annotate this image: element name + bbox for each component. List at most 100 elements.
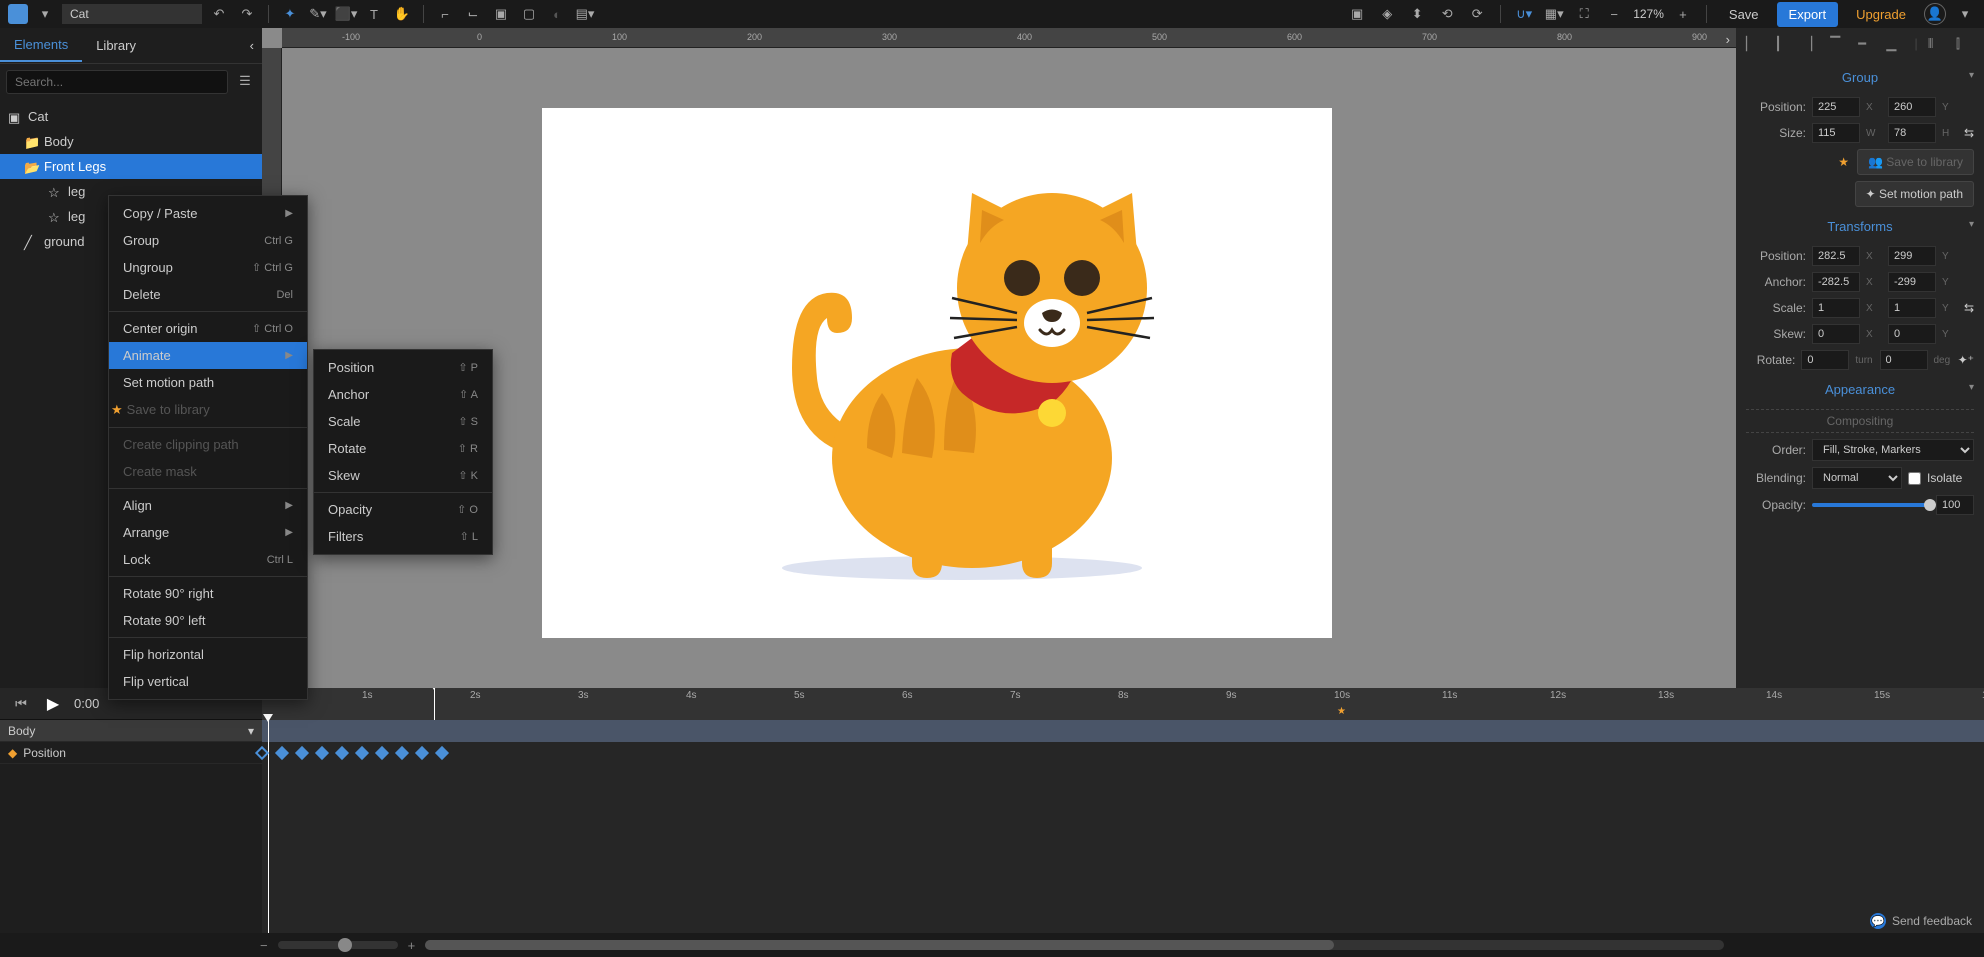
ctx-animate[interactable]: Animate▶ [109,342,307,369]
save-button[interactable]: Save [1719,3,1769,26]
skew-x-input[interactable] [1812,324,1860,344]
rotate-icon[interactable]: ⟲ [1436,3,1458,25]
keyframe[interactable] [375,746,389,760]
ctx-delete[interactable]: DeleteDel [109,281,307,308]
flip-v-icon[interactable]: ⬍ [1406,3,1428,25]
playhead[interactable] [434,688,435,720]
tree-item-body[interactable]: 📁 Body [0,129,262,154]
blending-select[interactable]: Normal [1812,467,1902,489]
opacity-input[interactable] [1936,495,1974,515]
refresh-icon[interactable]: ⟳ [1466,3,1488,25]
filter-icon[interactable]: ☰ [234,70,256,92]
ctx-rotate-right[interactable]: Rotate 90° right [109,580,307,607]
align-right-icon[interactable]: ▕ [1802,36,1820,54]
ctx-arrange[interactable]: Arrange▶ [109,519,307,546]
group-icon[interactable]: ▣ [490,3,512,25]
isolate-checkbox[interactable] [1908,472,1921,485]
tab-library[interactable]: Library [82,30,150,61]
marker-star-icon[interactable]: ★ [1337,706,1346,717]
align-left-icon[interactable]: ▏ [1746,36,1764,54]
align-bottom-icon[interactable]: ⌙ [462,3,484,25]
keyframe[interactable] [395,746,409,760]
shape-tool-icon[interactable]: ⬛▾ [335,3,357,25]
magnet-icon[interactable]: ∪▾ [1513,3,1535,25]
anchor-y-input[interactable] [1888,272,1936,292]
keyframe[interactable] [415,746,429,760]
tposition-x-input[interactable] [1812,246,1860,266]
ctx-group[interactable]: GroupCtrl G [109,227,307,254]
submenu-rotate[interactable]: Rotate⇧ R [314,435,492,462]
undo-icon[interactable]: ↶ [208,3,230,25]
keyframe[interactable] [335,746,349,760]
text-tool-icon[interactable]: T [363,3,385,25]
redo-icon[interactable]: ↷ [236,3,258,25]
anchor-x-input[interactable] [1812,272,1860,292]
ctx-save-to-library[interactable]: ★Save to library [109,396,307,424]
add-keyframe-icon[interactable]: ✦⁺ [1958,353,1974,367]
ctx-center-origin[interactable]: Center origin⇧ Ctrl O [109,315,307,342]
scroll-right-icon[interactable]: › [1726,32,1730,47]
keyframe[interactable] [355,746,369,760]
submenu-opacity[interactable]: Opacity⇧ O [314,496,492,523]
align-bottom-icon[interactable]: ▁ [1886,36,1904,54]
artboard[interactable] [542,108,1332,638]
submenu-anchor[interactable]: Anchor⇧ A [314,381,492,408]
play-icon[interactable]: ▶ [42,693,64,715]
chevron-down-icon[interactable]: ▾ [1954,3,1976,25]
flip-icon[interactable]: ◈ [1376,3,1398,25]
link-icon[interactable]: ⇆ [1964,301,1974,315]
distribute-h-icon[interactable]: ⫴ [1928,36,1946,54]
align-center-icon[interactable]: ┃ [1774,36,1792,54]
mask-icon[interactable]: ◐ [546,3,568,25]
zoom-in-icon[interactable]: + [1672,3,1694,25]
keyframe[interactable] [275,746,289,760]
ctx-ungroup[interactable]: Ungroup⇧ Ctrl G [109,254,307,281]
track-position[interactable]: ◆ Position [0,742,262,764]
zoom-out-icon[interactable]: − [260,938,268,953]
zoom-in-icon[interactable]: + [408,938,416,953]
submenu-filters[interactable]: Filters⇧ L [314,523,492,550]
ctx-align[interactable]: Align▶ [109,492,307,519]
timeline-zoom-slider[interactable] [278,941,398,949]
keyframe-area[interactable] [262,720,1984,933]
save-to-library-button[interactable]: 👥 Save to library [1857,149,1974,175]
link-icon[interactable]: ⇆ [1964,126,1974,140]
rotate-turn-input[interactable] [1801,350,1849,370]
tree-item-cat[interactable]: ▣ Cat [0,104,262,129]
position-y-input[interactable] [1888,97,1936,117]
ctx-rotate-left[interactable]: Rotate 90° left [109,607,307,634]
scale-y-input[interactable] [1888,298,1936,318]
project-title-input[interactable] [62,4,202,24]
ctx-create-mask[interactable]: Create mask [109,458,307,485]
align-middle-icon[interactable]: ━ [1858,36,1876,54]
align-top-icon[interactable]: ▔ [1830,36,1848,54]
keyframe[interactable] [295,746,309,760]
skew-y-input[interactable] [1888,324,1936,344]
transform-tool-icon[interactable]: ✦ [279,3,301,25]
tree-item-front-legs[interactable]: 📂 Front Legs [0,154,262,179]
tab-elements[interactable]: Elements [0,29,82,62]
ctx-create-clipping-path[interactable]: Create clipping path [109,431,307,458]
opacity-slider[interactable] [1812,503,1930,507]
ctx-lock[interactable]: LockCtrl L [109,546,307,573]
position-x-input[interactable] [1812,97,1860,117]
export-button[interactable]: Export [1777,2,1839,27]
section-transforms[interactable]: Transforms [1746,213,1974,240]
submenu-scale[interactable]: Scale⇧ S [314,408,492,435]
time-ruler[interactable]: ★ 1s2s3s4s5s6s7s8s9s10s11s12s13s14s15s16… [262,688,1984,720]
track-header-body[interactable]: Body ▾ [0,720,262,742]
app-logo-icon[interactable] [8,4,28,24]
size-h-input[interactable] [1888,123,1936,143]
chevron-down-icon[interactable]: ▾ [34,3,56,25]
ctx-copy-paste[interactable]: Copy / Paste▶ [109,200,307,227]
rewind-icon[interactable]: ⏮ [10,693,32,715]
section-group[interactable]: Group [1746,64,1974,91]
user-avatar-icon[interactable]: 👤 [1924,3,1946,25]
timeline-scrollbar[interactable] [425,940,1724,950]
submenu-position[interactable]: Position⇧ P [314,354,492,381]
size-w-input[interactable] [1812,123,1860,143]
distribute-v-icon[interactable]: ⫿ [1956,36,1974,54]
crop-icon[interactable]: ▣ [1346,3,1368,25]
collapse-panel-icon[interactable]: ‹ [242,30,262,61]
set-motion-path-button[interactable]: ✦ Set motion path [1855,181,1974,207]
